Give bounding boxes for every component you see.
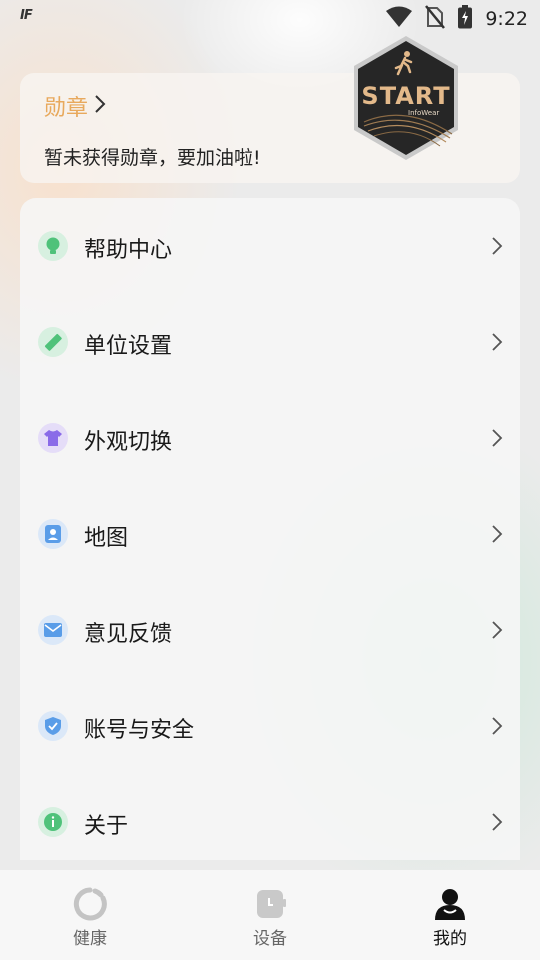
chevron-right-icon bbox=[492, 525, 503, 543]
shield-check-icon bbox=[38, 711, 68, 741]
chevron-right-icon bbox=[492, 717, 503, 735]
wifi-icon bbox=[385, 6, 413, 32]
watch-device-icon bbox=[252, 886, 288, 922]
menu-item-feedback[interactable]: 意见反馈 bbox=[20, 582, 520, 678]
tab-mine[interactable]: 我的 bbox=[360, 870, 540, 960]
mail-icon bbox=[38, 615, 68, 645]
tab-label: 设备 bbox=[253, 929, 287, 949]
lightbulb-icon bbox=[38, 231, 68, 261]
menu-item-about[interactable]: 关于 bbox=[20, 774, 520, 870]
medal-title-link[interactable]: 勋章 bbox=[44, 90, 106, 122]
tab-label: 我的 bbox=[433, 929, 467, 949]
medal-title: 勋章 bbox=[44, 96, 89, 121]
chevron-right-icon bbox=[492, 813, 503, 831]
tab-device[interactable]: 设备 bbox=[180, 870, 360, 960]
health-ring-icon bbox=[72, 886, 108, 922]
menu-item-label: 地图 bbox=[84, 526, 129, 551]
chevron-right-icon bbox=[94, 94, 106, 118]
menu-item-account-security[interactable]: 账号与安全 bbox=[20, 678, 520, 774]
tab-health[interactable]: 健康 bbox=[0, 870, 180, 960]
status-icons: 9:22 bbox=[385, 5, 528, 33]
menu-item-label: 关于 bbox=[84, 814, 129, 839]
info-icon bbox=[38, 807, 68, 837]
menu-item-help-center[interactable]: 帮助中心 bbox=[20, 198, 520, 294]
menu-item-appearance[interactable]: 外观切换 bbox=[20, 390, 520, 486]
no-sim-icon bbox=[425, 5, 446, 33]
settings-menu: 帮助中心 单位设置 外观切换 地图 意见反馈 账号与安全 关于 bbox=[20, 198, 520, 860]
chevron-right-icon bbox=[492, 621, 503, 639]
badge-brand-text: InfoWear bbox=[408, 109, 440, 117]
badge-start-text: START bbox=[361, 82, 451, 110]
battery-charging-icon bbox=[457, 5, 473, 33]
tab-label: 健康 bbox=[73, 929, 107, 949]
chevron-right-icon bbox=[492, 333, 503, 351]
chevron-right-icon bbox=[492, 237, 503, 255]
menu-item-unit-settings[interactable]: 单位设置 bbox=[20, 294, 520, 390]
chevron-right-icon bbox=[492, 429, 503, 447]
menu-item-label: 账号与安全 bbox=[84, 718, 195, 743]
tshirt-icon bbox=[38, 423, 68, 453]
start-badge[interactable]: START InfoWear bbox=[350, 34, 462, 162]
ruler-icon bbox=[38, 327, 68, 357]
map-pin-icon bbox=[38, 519, 68, 549]
menu-item-label: 单位设置 bbox=[84, 334, 173, 359]
medal-subtitle: 暂未获得勋章，要加油啦! bbox=[44, 147, 261, 169]
app-indicator: IF bbox=[20, 8, 33, 23]
profile-icon bbox=[432, 886, 468, 922]
menu-item-label: 外观切换 bbox=[84, 430, 173, 455]
menu-item-label: 帮助中心 bbox=[84, 238, 173, 263]
clock-time: 9:22 bbox=[485, 8, 528, 30]
status-bar: IF 9:22 bbox=[0, 0, 540, 36]
menu-item-label: 意见反馈 bbox=[84, 622, 173, 647]
bottom-navigation: 健康 设备 我的 bbox=[0, 870, 540, 960]
menu-item-map[interactable]: 地图 bbox=[20, 486, 520, 582]
